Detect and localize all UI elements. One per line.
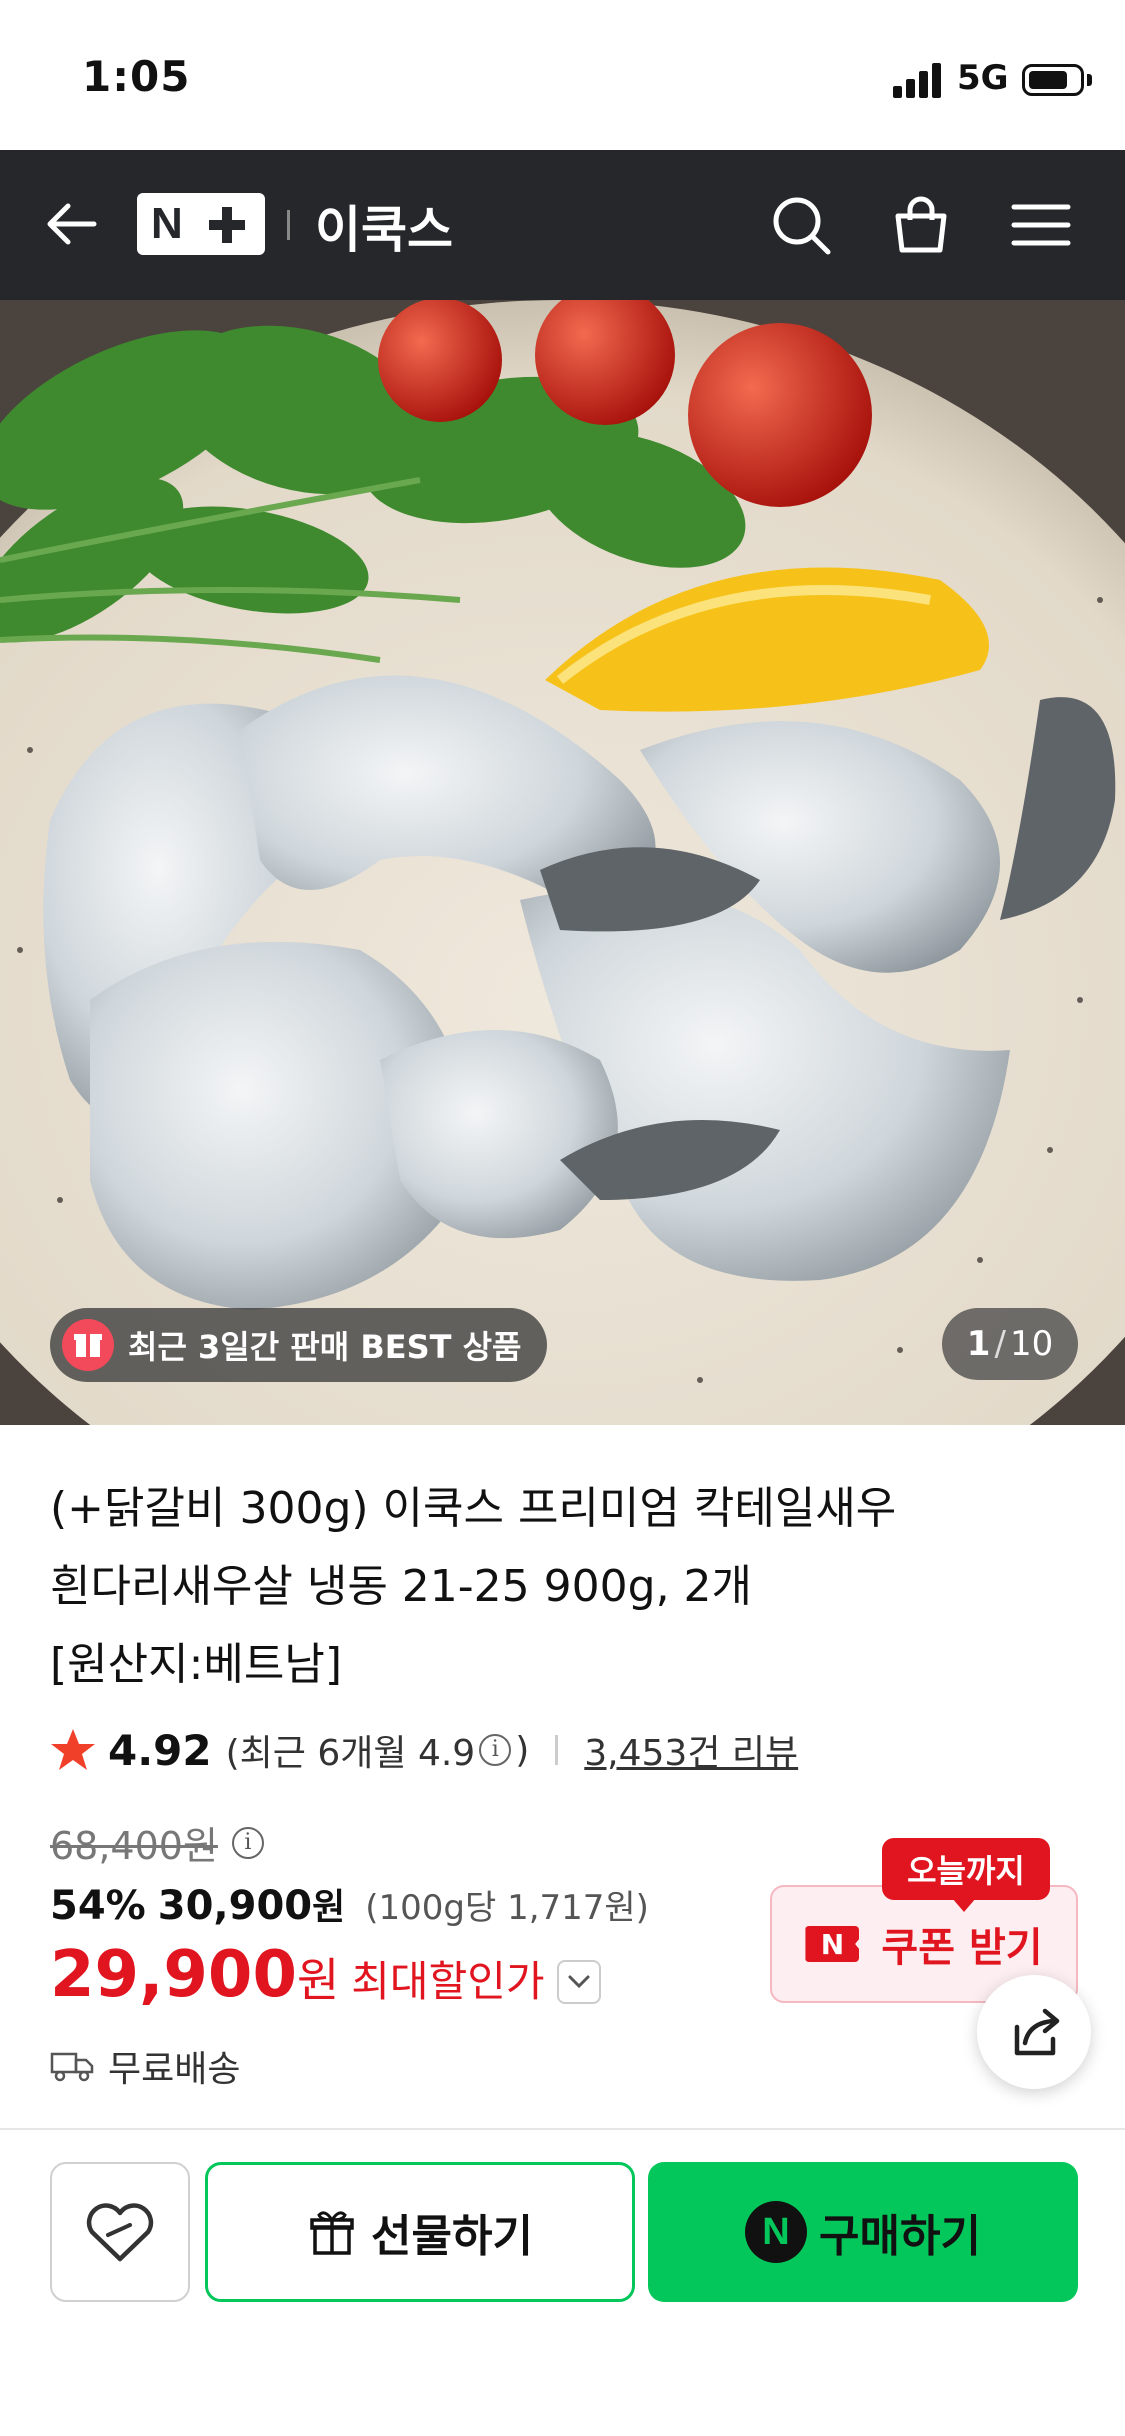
product-title: (+닭갈비 300g) 이쿡스 프리미엄 칵테일새우 흰다리새우살 냉동 21-… [50, 1470, 950, 1704]
divider [555, 1735, 559, 1765]
signal-icon [893, 62, 945, 98]
image-counter-separator: / [994, 1324, 1006, 1364]
original-price-value: 68,400원 [50, 1824, 218, 1868]
truck-icon [50, 2052, 94, 2082]
share-button[interactable] [977, 1975, 1091, 2089]
product-title-line: (+닭갈비 300g) 이쿡스 프리미엄 칵테일새우 [50, 1483, 897, 1534]
gift-label: 선물하기 [371, 2211, 533, 2262]
nav-separator [287, 210, 290, 240]
logo-n: N [151, 199, 183, 248]
status-bar: 1:05 5G [0, 0, 1125, 150]
unit-price: (100g당 1,717원) [365, 1888, 649, 1928]
rating-recent-close: ) [515, 1729, 530, 1771]
coupon-deadline-tag: 오늘까지 [882, 1838, 1050, 1900]
naver-plus-logo[interactable]: N [137, 193, 265, 255]
coupon-label: 쿠폰 받기 [881, 1925, 1043, 1971]
search-icon[interactable] [766, 190, 836, 260]
product-photo [0, 300, 1125, 1425]
nav-bar: N 이쿡스 [0, 150, 1125, 300]
share-icon [1014, 2008, 1060, 2056]
rating-recent: (최근 6개월 4.9 i ) [226, 1724, 530, 1776]
review-count-link[interactable]: 3,453건 리뷰 [584, 1724, 798, 1776]
plus-icon [209, 207, 245, 243]
rating-row: 4.92 (최근 6개월 4.9 i ) 3,453건 리뷰 [50, 1720, 798, 1780]
coupon-tag-pointer [952, 1898, 976, 1912]
star-icon [51, 1729, 95, 1770]
sale-price-row: 54% 30,900 원 (100g당 1,717원) [50, 1878, 649, 1930]
shipping-info: 무료배송 [50, 2040, 240, 2092]
best-seller-text: 최근 3일간 판매 BEST 상품 [128, 1328, 522, 1366]
cart-icon[interactable] [886, 190, 956, 260]
image-counter-current: 1 [966, 1324, 991, 1364]
original-price: 68,400원 i [50, 1815, 268, 1870]
wishlist-button[interactable] [50, 2162, 190, 2302]
gift-button[interactable]: 선물하기 [205, 2162, 635, 2302]
product-title-line: [원산지:베트남] [50, 1639, 343, 1690]
product-title-line: 흰다리새우살 냉동 21-25 900g, 2개 [50, 1561, 753, 1612]
naver-coupon-icon: N [805, 1926, 860, 1962]
home-indicator-area [0, 2330, 1125, 2436]
buy-button[interactable]: N 구매하기 [648, 2162, 1078, 2302]
info-icon[interactable]: i [479, 1734, 512, 1766]
best-price-label: 최대할인가 [351, 1957, 545, 2006]
rating-recent-text: (최근 6개월 4.9 [225, 1733, 476, 1774]
image-counter: 1 / 10 [942, 1308, 1078, 1380]
network-type: 5G [957, 58, 1009, 98]
battery-icon [1022, 64, 1084, 96]
best-price-unit: 원 [296, 1953, 340, 2007]
sale-price: 30,900 [157, 1883, 313, 1929]
image-counter-total: 10 [1009, 1324, 1054, 1364]
store-name[interactable]: 이쿡스 [315, 190, 453, 262]
best-seller-badge: 최근 3일간 판매 BEST 상품 [50, 1308, 548, 1382]
rating-score: 4.92 [108, 1725, 212, 1775]
status-time: 1:05 [82, 52, 191, 101]
best-price-row[interactable]: 29,900 원 최대할인가 [50, 1938, 601, 2012]
chevron-down-icon[interactable] [556, 1960, 601, 2004]
sale-price-unit: 원 [312, 1887, 346, 1928]
menu-icon[interactable] [1006, 190, 1076, 260]
gift-icon [310, 2211, 354, 2255]
gift-box-icon [62, 1319, 114, 1371]
buy-label: 구매하기 [819, 2211, 981, 2262]
battery-tip [1087, 74, 1092, 86]
naver-pay-icon: N [745, 2201, 808, 2263]
discount-percent: 54% [50, 1883, 146, 1929]
product-image-carousel[interactable]: 최근 3일간 판매 BEST 상품 1 / 10 [0, 300, 1125, 1425]
section-divider [0, 2128, 1125, 2130]
back-arrow-icon[interactable] [40, 192, 104, 256]
info-icon[interactable]: i [231, 1826, 264, 1859]
best-price: 29,900 [50, 1938, 297, 2012]
heart-icon [86, 2203, 154, 2262]
shipping-text: 무료배송 [108, 2049, 241, 2090]
